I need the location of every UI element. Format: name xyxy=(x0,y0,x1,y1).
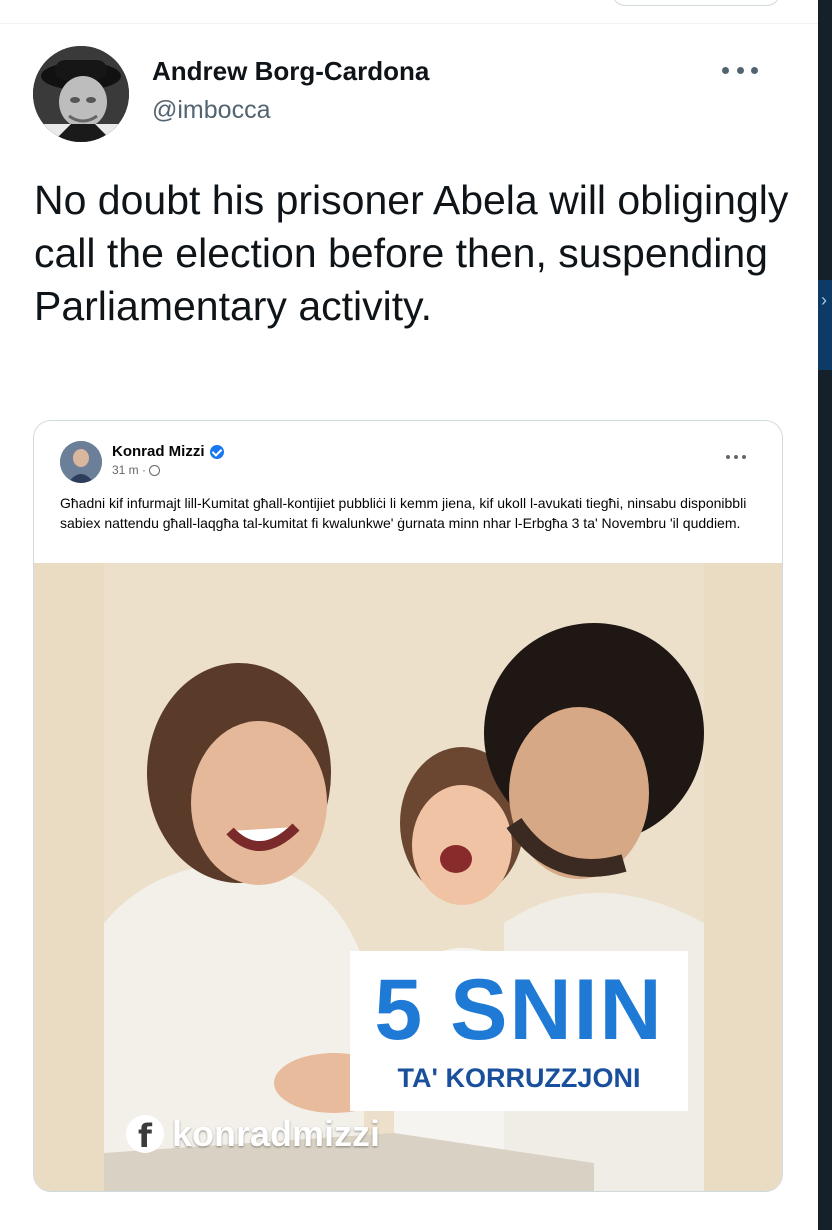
promo-subline: TA' KORRUZZJONI xyxy=(397,1063,641,1093)
embedded-facebook-post: Konrad Mizzi 31 m · Għadni kif infurmajt… xyxy=(34,421,782,1191)
watermark: f konradmizzi xyxy=(126,1113,380,1155)
author-name[interactable]: Andrew Borg-Cardona xyxy=(152,56,429,87)
embedded-author: Konrad Mizzi xyxy=(112,443,224,460)
avatar-photo xyxy=(33,46,129,142)
author-handle[interactable]: @imbocca xyxy=(152,96,270,125)
embedded-more-icon xyxy=(726,455,746,461)
embedded-post-image: 5 SNIN TA' KORRUZZJONI f konradmizzi xyxy=(34,563,782,1191)
facebook-logo-icon: f xyxy=(126,1115,164,1155)
embedded-post-text: Għadni kif infurmajt lill-Kumitat għall-… xyxy=(60,495,747,531)
previous-tweet-button[interactable] xyxy=(612,0,780,6)
watermark-text: konradmizzi xyxy=(172,1113,381,1154)
side-overlay: › xyxy=(818,280,832,370)
avatar[interactable] xyxy=(33,46,129,142)
right-edge-panel: › xyxy=(818,0,832,1230)
embedded-avatar xyxy=(60,441,102,483)
more-dots-icon[interactable] xyxy=(722,60,758,80)
embedded-meta: 31 m · xyxy=(112,463,161,477)
tweet[interactable]: Andrew Borg-Cardona @imbocca No doubt hi… xyxy=(0,24,818,1230)
embedded-author-name: Konrad Mizzi xyxy=(112,443,205,460)
embedded-time: 31 m · xyxy=(112,463,147,477)
embedded-avatar-photo xyxy=(60,441,102,483)
side-overlay-icon: › xyxy=(821,290,827,310)
previous-tweet-strip xyxy=(0,0,818,24)
tweet-media-image[interactable]: Konrad Mizzi 31 m · Għadni kif infurmajt… xyxy=(33,420,783,1192)
tweet-text: No doubt his prisoner Abela will obligin… xyxy=(34,177,789,329)
verified-badge-icon xyxy=(209,444,224,459)
globe-icon xyxy=(149,464,161,476)
promo-headline: 5 SNIN xyxy=(374,962,664,1058)
promo-label: 5 SNIN TA' KORRUZZJONI xyxy=(350,951,688,1111)
